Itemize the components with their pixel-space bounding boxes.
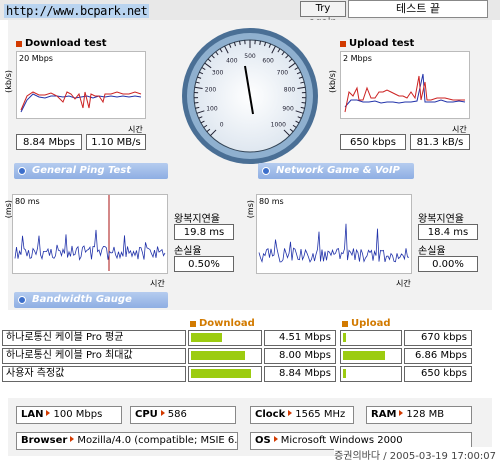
- voip-latency-label: 왕복지연율: [418, 214, 464, 225]
- voip-test-header: Network Game & VoIP Test: [258, 163, 414, 192]
- voip-graph: 80 ms: [256, 194, 412, 274]
- bandwidth-upload-header: Upload: [342, 318, 390, 329]
- voip-loss-value: 0.00%: [418, 256, 478, 272]
- bullet-icon: [262, 167, 270, 175]
- voip-ylabel: (ms): [246, 200, 255, 219]
- voip-time-label: 시간: [396, 279, 411, 288]
- latency-trace: [14, 229, 166, 261]
- upload-ylabel: (kb/s): [328, 70, 337, 93]
- speed-gauge: 0 100 200 300 400 500 600 700 800 900 1000: [180, 26, 320, 166]
- gauge-tick-label: 0: [220, 121, 224, 128]
- voip-latency-value: 18.4 ms: [418, 224, 478, 240]
- upload-bar-fill: [343, 333, 346, 342]
- download-ylabel: (kb/s): [4, 70, 13, 93]
- bandwidth-row-label: 사용자 측정값: [2, 366, 186, 382]
- arrow-icon: [46, 410, 51, 416]
- gauge-tick-label: 300: [212, 69, 224, 76]
- upload-bar-fill: [343, 351, 385, 360]
- lan-info: LAN 100 Mbps: [16, 406, 122, 424]
- download-bar-fill: [191, 369, 251, 378]
- upload-kbs-value: 81.3 kB/s: [410, 134, 470, 150]
- bandwidth-row-label: 하나로통신 케이블 Pro 평균: [2, 330, 186, 346]
- download-bar-value: 4.51 Mbps: [264, 330, 336, 346]
- download-bar: [188, 330, 262, 346]
- ping-latency-value: 19.8 ms: [174, 224, 234, 240]
- download-title: Download test: [16, 38, 107, 49]
- arrow-icon: [288, 410, 293, 416]
- upload-bar: [340, 366, 402, 382]
- arrow-icon: [70, 436, 75, 442]
- arrow-icon: [273, 436, 278, 442]
- voip-line-chart: [258, 223, 410, 264]
- cpu-info: CPU 586: [130, 406, 236, 424]
- latency-trace: [258, 223, 410, 264]
- upload-title: Upload test: [340, 38, 414, 49]
- upload-bar: [340, 330, 402, 346]
- ping-loss-value: 0.50%: [174, 256, 234, 272]
- ping-line-chart: [14, 195, 166, 271]
- ping-test-header: General Ping Test: [14, 163, 168, 179]
- ping-time-label: 시간: [150, 279, 165, 288]
- gauge-tick-label: 400: [226, 57, 238, 64]
- arrow-icon: [399, 410, 404, 416]
- square-icon: [16, 40, 22, 47]
- upload-bar-value: 670 kbps: [404, 330, 472, 346]
- download-line-chart: [20, 91, 142, 113]
- gauge-tick-label: 200: [205, 87, 217, 94]
- gauge-tick-label: 700: [277, 69, 289, 76]
- upload-bar-value: 6.86 Mbps: [404, 348, 472, 364]
- arrow-icon: [160, 410, 165, 416]
- gauge-tick-label: 800: [284, 87, 296, 94]
- download-bar: [188, 366, 262, 382]
- top-watermark: http://www.bcpark.net: [4, 4, 150, 18]
- gauge-tick: [301, 102, 306, 104]
- download-bar-fill: [191, 333, 222, 342]
- ping-graph: 80 ms: [12, 194, 168, 274]
- square-icon: [340, 40, 346, 47]
- upload-graph: 2 Mbps: [340, 51, 470, 119]
- bandwidth-download-header: Download: [190, 318, 255, 329]
- download-mbs-value: 1.10 MB/s: [86, 134, 146, 150]
- gauge-tick-label: 500: [244, 53, 256, 60]
- bullet-icon: [18, 167, 26, 175]
- upload-line-chart: [344, 73, 466, 113]
- clock-info: Clock 1565 MHz: [250, 406, 354, 424]
- browser-info: Browser Mozilla/4.0 (compatible; MSIE 6.0: [16, 432, 238, 450]
- bandwidth-row-label: 하나로통신 케이블 Pro 최대값: [2, 348, 186, 364]
- voip-loss-label: 손실율: [418, 246, 446, 257]
- ping-latency-label: 왕복지연율: [174, 214, 220, 225]
- download-bar-value: 8.84 Mbps: [264, 366, 336, 382]
- gauge-tick-label: 900: [282, 105, 294, 112]
- download-bar-fill: [191, 351, 245, 360]
- gauge-tick: [194, 102, 199, 104]
- bandwidth-gauge-header: Bandwidth Gauge: [14, 292, 168, 308]
- square-icon: [190, 320, 196, 327]
- upload-bar-value: 650 kbps: [404, 366, 472, 382]
- square-icon: [342, 320, 348, 327]
- upload-bar-fill: [343, 369, 346, 378]
- bottom-watermark: 증권의바다 / 2005-03-19 17:00:07: [334, 447, 496, 462]
- end-test-button[interactable]: 테스트 끝: [348, 0, 488, 18]
- gauge-dial: 0 100 200 300400 500 600700 800 900 1000: [182, 28, 318, 164]
- bullet-icon: [18, 296, 26, 304]
- download-mbps-value: 8.84 Mbps: [16, 134, 82, 150]
- download-bar: [188, 348, 262, 364]
- gauge-tick-label: 100: [206, 105, 218, 112]
- upload-bar: [340, 348, 402, 364]
- try-again-button[interactable]: Try again: [300, 1, 346, 28]
- upload-kbps-value: 650 kbps: [340, 134, 406, 150]
- download-graph: 20 Mbps: [16, 51, 146, 119]
- ping-loss-label: 손실율: [174, 246, 202, 257]
- gauge-tick-label: 600: [262, 57, 274, 64]
- gauge-tick-label: 1000: [271, 121, 286, 128]
- download-bar-value: 8.00 Mbps: [264, 348, 336, 364]
- ram-info: RAM 128 MB: [366, 406, 472, 424]
